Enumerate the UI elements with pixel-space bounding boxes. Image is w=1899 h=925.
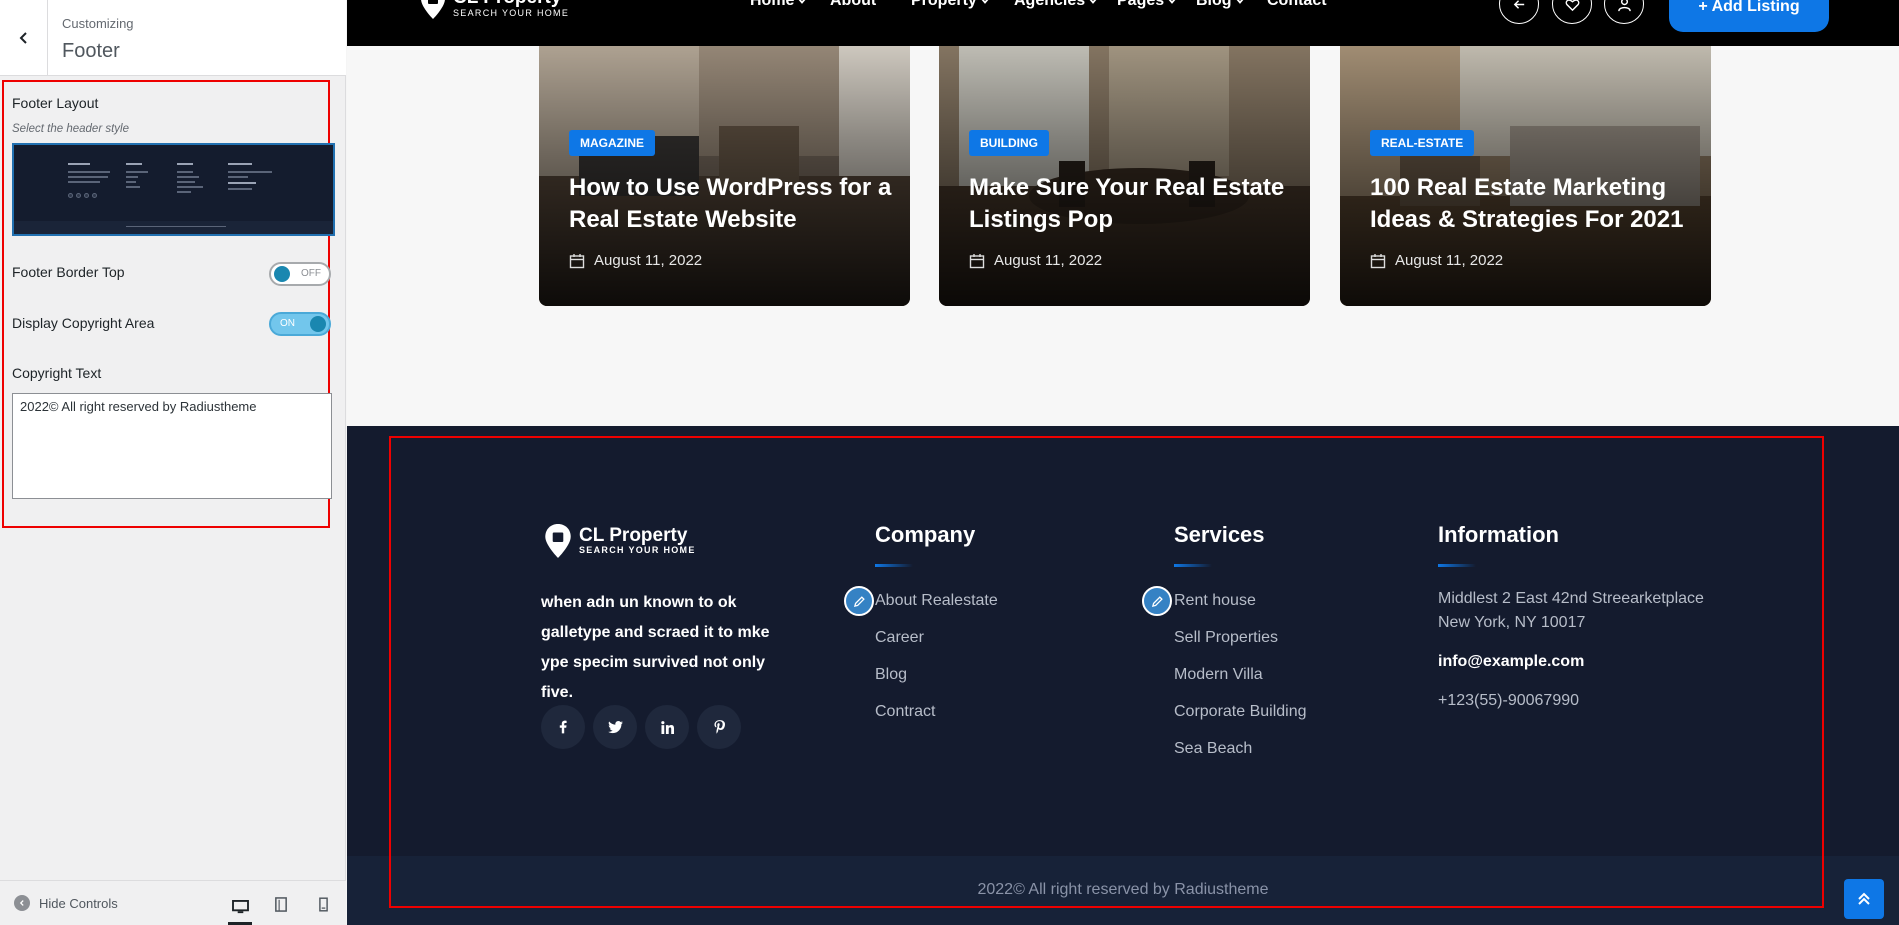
nav-property[interactable]: Property bbox=[911, 0, 990, 10]
toggle-knob bbox=[310, 316, 326, 332]
nav-pages[interactable]: Pages bbox=[1117, 0, 1177, 10]
copyright-text-label: Copyright Text bbox=[12, 365, 102, 381]
nav-label: Property bbox=[911, 0, 977, 9]
footer-border-top-label: Footer Border Top bbox=[12, 264, 125, 280]
heart-icon bbox=[1565, 0, 1579, 11]
tablet-icon bbox=[275, 896, 287, 912]
customizer-breadcrumb: Customizing bbox=[62, 16, 134, 31]
footer-layout-thumbnail[interactable] bbox=[12, 143, 335, 236]
footer-border-top-toggle[interactable]: OFF bbox=[269, 262, 331, 286]
scroll-to-top-button[interactable] bbox=[1844, 879, 1884, 919]
nav-label: Contact bbox=[1267, 0, 1327, 9]
chevron-down-icon bbox=[1236, 0, 1243, 4]
post-date-text: August 11, 2022 bbox=[594, 252, 703, 269]
nav-label: Agencies bbox=[1014, 0, 1086, 9]
nav-contact[interactable]: Contact bbox=[1267, 0, 1327, 10]
mobile-icon bbox=[318, 896, 328, 912]
desktop-icon bbox=[231, 900, 249, 914]
collapse-icon bbox=[14, 895, 30, 911]
toggle-state-text: ON bbox=[280, 318, 295, 329]
post-date-text: August 11, 2022 bbox=[1395, 252, 1504, 269]
toggle-state-text: OFF bbox=[301, 268, 321, 279]
post-date: August 11, 2022 bbox=[969, 252, 1102, 269]
customizer-section-title: Footer bbox=[62, 40, 120, 62]
chevron-down-icon bbox=[981, 0, 989, 4]
category-badge[interactable]: BUILDING bbox=[969, 130, 1049, 156]
calendar-icon bbox=[1370, 253, 1386, 268]
calendar-icon bbox=[969, 253, 985, 268]
nav-label: Home bbox=[750, 0, 795, 9]
nav-blog[interactable]: Blog bbox=[1196, 0, 1245, 10]
footer-layout-description: Select the header style bbox=[12, 123, 129, 135]
user-icon bbox=[1617, 0, 1631, 11]
nav-label: Blog bbox=[1196, 0, 1232, 9]
account-button[interactable] bbox=[1604, 0, 1644, 24]
post-date-text: August 11, 2022 bbox=[994, 252, 1103, 269]
blog-card[interactable]: BUILDING Make Sure Your Real Estate List… bbox=[939, 46, 1310, 306]
post-date: August 11, 2022 bbox=[1370, 252, 1503, 269]
customizer-header: Customizing Footer bbox=[0, 0, 346, 76]
post-title[interactable]: Make Sure Your Real Estate Listings Pop bbox=[969, 172, 1299, 236]
hide-controls-label: Hide Controls bbox=[39, 895, 118, 911]
footer-layout-label: Footer Layout bbox=[12, 95, 99, 111]
logo-name: CL Property bbox=[453, 0, 569, 8]
back-button[interactable] bbox=[0, 0, 48, 76]
site-logo[interactable]: CL Property SEARCH YOUR HOME bbox=[419, 0, 569, 20]
nav-about[interactable]: About bbox=[830, 0, 876, 10]
desktop-preview-button[interactable] bbox=[228, 893, 252, 925]
hide-controls-button[interactable]: Hide Controls bbox=[14, 895, 118, 911]
copyright-text-field[interactable]: 2022© All right reserved by Radiustheme bbox=[12, 393, 332, 499]
blog-card[interactable]: REAL-ESTATE 100 Real Estate Marketing Id… bbox=[1340, 46, 1711, 306]
customizer-footer: Hide Controls bbox=[0, 880, 346, 925]
chevron-down-icon bbox=[799, 0, 806, 4]
toggle-knob bbox=[274, 266, 290, 282]
chevron-left-icon bbox=[19, 32, 27, 44]
nav-label: Pages bbox=[1117, 0, 1165, 9]
category-badge[interactable]: REAL-ESTATE bbox=[1370, 130, 1475, 156]
add-listing-button[interactable]: + Add Listing bbox=[1669, 0, 1829, 32]
nav-home[interactable]: Home bbox=[750, 0, 807, 10]
nav-agencies[interactable]: Agencies bbox=[1014, 0, 1098, 10]
footer-highlight-box bbox=[389, 436, 1824, 908]
post-title[interactable]: How to Use WordPress for a Real Estate W… bbox=[569, 172, 899, 236]
double-chevron-up-icon bbox=[1858, 892, 1870, 905]
post-title[interactable]: 100 Real Estate Marketing Ideas & Strate… bbox=[1370, 172, 1700, 236]
favorites-button[interactable] bbox=[1552, 0, 1592, 24]
arrow-left-icon bbox=[1513, 0, 1524, 9]
top-navigation: CL Property SEARCH YOUR HOME Home About … bbox=[347, 0, 1899, 46]
customizer-panel: Customizing Footer Footer Layout Select … bbox=[0, 0, 346, 925]
chevron-down-icon bbox=[1089, 0, 1097, 4]
display-copyright-label: Display Copyright Area bbox=[12, 315, 155, 331]
category-badge[interactable]: MAGAZINE bbox=[569, 130, 655, 156]
logo-tagline: SEARCH YOUR HOME bbox=[453, 7, 570, 18]
chevron-down-icon bbox=[1168, 0, 1176, 4]
location-pin-icon bbox=[421, 0, 445, 19]
site-preview: CL Property SEARCH YOUR HOME Home About … bbox=[347, 0, 1899, 925]
calendar-icon bbox=[569, 253, 585, 268]
nav-label: About bbox=[830, 0, 877, 9]
post-date: August 11, 2022 bbox=[569, 252, 702, 269]
display-copyright-toggle[interactable]: ON bbox=[269, 312, 331, 336]
blog-card[interactable]: MAGAZINE How to Use WordPress for a Real… bbox=[539, 46, 910, 306]
tablet-preview-button[interactable] bbox=[269, 893, 293, 915]
mobile-preview-button[interactable] bbox=[311, 893, 335, 915]
compare-button[interactable] bbox=[1499, 0, 1539, 24]
